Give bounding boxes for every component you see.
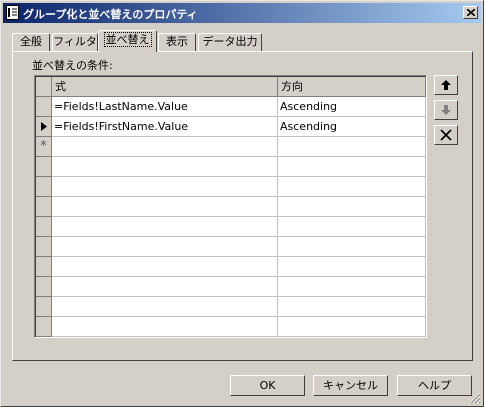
new-row-asterisk: * — [40, 139, 47, 154]
empty-cell — [278, 297, 426, 317]
empty-cell — [278, 277, 426, 297]
empty-cell — [52, 317, 278, 337]
move-up-button[interactable] — [434, 75, 458, 95]
empty-row-header — [36, 277, 52, 297]
empty-cell — [278, 157, 426, 177]
empty-cell — [278, 217, 426, 237]
empty-cell — [52, 157, 278, 177]
help-button-label: ヘルプ — [418, 379, 451, 392]
row-expression-value: =Fields!FirstName.Value — [54, 120, 189, 133]
empty-cell — [52, 297, 278, 317]
empty-cell — [278, 317, 426, 337]
tab-visibility-label: 表示 — [166, 35, 188, 48]
tab-general-label: 全般 — [20, 35, 42, 48]
delete-button[interactable] — [434, 125, 458, 145]
cell-expression[interactable]: =Fields!FirstName.Value — [52, 117, 278, 137]
empty-cell — [52, 217, 278, 237]
dialog-properties-icon — [6, 5, 20, 21]
tab-data-output[interactable]: データ出力 — [198, 33, 262, 51]
empty-cell — [52, 177, 278, 197]
cell-direction[interactable]: Ascending — [278, 97, 426, 117]
column-header-direction-label: 方向 — [281, 80, 303, 93]
empty-row-header — [36, 297, 52, 317]
row-direction-value: Ascending — [280, 120, 338, 133]
cancel-button-label: キャンセル — [323, 379, 378, 392]
empty-cell — [278, 257, 426, 277]
empty-cell — [278, 177, 426, 197]
row-expression-value: =Fields!LastName.Value — [54, 100, 188, 113]
grid-corner-header — [36, 77, 52, 97]
tab-filter-label: フィルタ — [53, 35, 97, 48]
ok-button-label: OK — [259, 379, 276, 392]
sort-grid-body: 式 方向 =Fields!LastName.Value Ascending =F… — [35, 76, 426, 337]
column-header-expression[interactable]: 式 — [52, 77, 278, 97]
empty-row-header — [36, 257, 52, 277]
dialog-window: グループ化と並べ替えのプロパティ 全般 フィルタ 並べ替え 表示 データ出力 並… — [0, 0, 484, 407]
cell-direction[interactable]: Ascending — [278, 117, 426, 137]
empty-row-header — [36, 177, 52, 197]
cell-direction-new[interactable] — [278, 137, 426, 157]
column-header-expression-label: 式 — [55, 80, 66, 93]
cancel-button[interactable]: キャンセル — [313, 375, 388, 396]
ok-button[interactable]: OK — [230, 375, 305, 396]
cell-expression-new[interactable] — [52, 137, 278, 157]
move-down-button[interactable] — [434, 100, 458, 120]
empty-row-header — [36, 317, 52, 337]
empty-cell — [278, 197, 426, 217]
empty-cell — [52, 257, 278, 277]
sort-grid[interactable]: 式 方向 =Fields!LastName.Value Ascending =F… — [34, 75, 427, 338]
row-direction-value: Ascending — [280, 100, 338, 113]
arrow-up-icon — [441, 80, 451, 90]
tab-sort[interactable]: 並べ替え — [98, 30, 157, 52]
empty-row-header — [36, 197, 52, 217]
row-header[interactable] — [36, 97, 52, 117]
tab-data-output-label: データ出力 — [202, 35, 258, 48]
title-bar[interactable]: グループ化と並べ替えのプロパティ — [3, 3, 481, 23]
arrow-down-icon — [441, 105, 451, 115]
empty-cell — [278, 237, 426, 257]
current-row-arrow-icon — [41, 122, 47, 131]
delete-x-icon — [440, 129, 452, 141]
window-title: グループ化と並べ替えのプロパティ — [23, 8, 198, 21]
column-header-direction[interactable]: 方向 — [278, 77, 426, 97]
empty-row-header — [36, 157, 52, 177]
empty-row-header — [36, 217, 52, 237]
help-button[interactable]: ヘルプ — [397, 375, 472, 396]
cell-expression[interactable]: =Fields!LastName.Value — [52, 97, 278, 117]
close-x-icon — [467, 9, 475, 16]
sort-criteria-label: 並べ替えの条件: — [32, 59, 113, 72]
close-button[interactable] — [463, 6, 478, 19]
tab-filter[interactable]: フィルタ — [52, 33, 98, 51]
row-header-current[interactable] — [36, 117, 52, 137]
new-row-indicator[interactable]: * — [36, 137, 52, 157]
empty-cell — [52, 237, 278, 257]
tab-visibility[interactable]: 表示 — [158, 33, 196, 51]
empty-row-header — [36, 237, 52, 257]
tab-general[interactable]: 全般 — [12, 33, 50, 51]
empty-cell — [52, 197, 278, 217]
empty-cell — [52, 277, 278, 297]
tab-sort-label: 並べ替え — [103, 32, 152, 47]
resize-grip-icon[interactable] — [469, 392, 481, 404]
